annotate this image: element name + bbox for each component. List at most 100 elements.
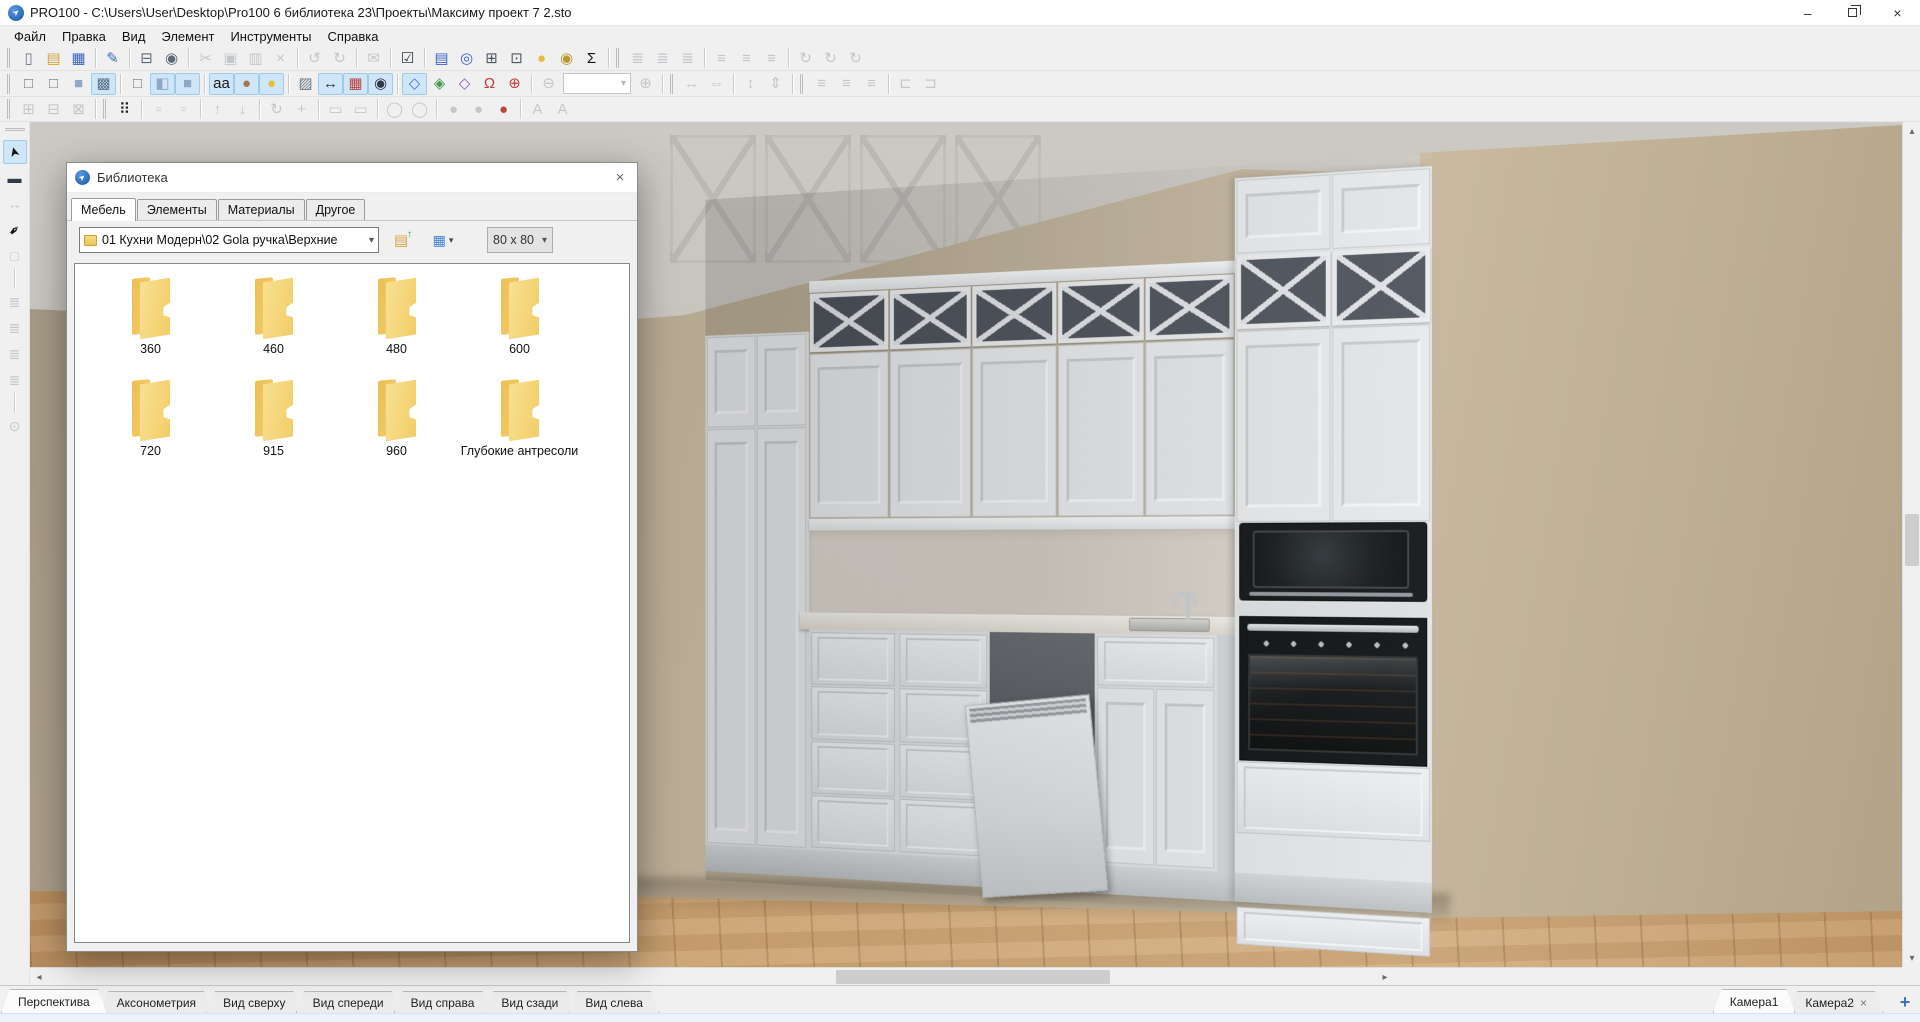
menu-item[interactable]: Элемент bbox=[153, 27, 222, 46]
contour-tool[interactable]: □ bbox=[3, 244, 27, 268]
tab-camera2[interactable]: Камера2 × bbox=[1788, 991, 1884, 1013]
rotate-button[interactable]: ↻ bbox=[264, 98, 289, 120]
save-button[interactable]: ▦ bbox=[66, 47, 91, 69]
sphere-1-button[interactable]: ● bbox=[441, 98, 466, 120]
ellipse-1-button[interactable]: ◯ bbox=[382, 98, 407, 120]
align-middle-button[interactable]: ≡ bbox=[734, 47, 759, 69]
vertical-scroll-thumb[interactable] bbox=[1905, 514, 1919, 566]
zoom-in-button[interactable]: ⊕ bbox=[633, 73, 658, 95]
rotate-x-button[interactable]: ↻ bbox=[793, 47, 818, 69]
light-button[interactable]: ● bbox=[259, 73, 284, 95]
show-grid-button[interactable]: ▦ bbox=[343, 73, 368, 95]
tab-top-view[interactable]: Вид сверху bbox=[206, 991, 303, 1013]
library-dialog-titlebar[interactable]: ➤ Библиотека × bbox=[67, 163, 637, 193]
dimensions-report-button[interactable]: ⊡ bbox=[504, 47, 529, 69]
new-board-tool[interactable]: ▬ bbox=[3, 166, 27, 190]
select-prev-button[interactable]: ⊞ bbox=[16, 98, 41, 120]
cost-report-button[interactable]: ◉ bbox=[554, 47, 579, 69]
distribute-h-button[interactable]: ⊏ bbox=[893, 73, 918, 95]
text-2-button[interactable]: A bbox=[550, 98, 575, 120]
level-3-button[interactable]: ≣ bbox=[675, 47, 700, 69]
scroll-up-icon[interactable]: ▴ bbox=[1903, 122, 1920, 140]
align-left-button[interactable]: ≡ bbox=[809, 73, 834, 95]
ungroup-button[interactable]: ▫ bbox=[171, 98, 196, 120]
library-folder[interactable]: 600 bbox=[458, 276, 581, 356]
pattern-button[interactable]: ⠿ bbox=[112, 98, 137, 120]
dimension-tool[interactable]: ↔ bbox=[3, 192, 27, 216]
menu-item[interactable]: Правка bbox=[54, 27, 114, 46]
snap-points-button[interactable]: ◇ bbox=[402, 73, 427, 95]
view-sketch-button[interactable]: □ bbox=[41, 73, 66, 95]
redo-button[interactable]: ↻ bbox=[327, 47, 352, 69]
close-button[interactable]: × bbox=[1875, 0, 1920, 25]
tab-right-view[interactable]: Вид справа bbox=[394, 991, 492, 1013]
horizontal-scrollbar[interactable]: ◂ ▸ bbox=[30, 967, 1902, 985]
element-list-button[interactable]: ◎ bbox=[454, 47, 479, 69]
move-up-button[interactable]: ↑ bbox=[205, 98, 230, 120]
paste-button[interactable]: ▥ bbox=[243, 47, 268, 69]
show-dimensions-button[interactable]: ↔ bbox=[318, 73, 343, 95]
menu-item[interactable]: Файл bbox=[6, 27, 54, 46]
zoom-level-combo[interactable]: ▾ bbox=[563, 73, 631, 94]
align-top-button[interactable]: ≡ bbox=[709, 47, 734, 69]
minimize-button[interactable]: – bbox=[1785, 0, 1830, 25]
mirror-button[interactable]: ▭ bbox=[323, 98, 348, 120]
library-folder[interactable]: 360 bbox=[89, 276, 212, 356]
scroll-right-icon[interactable]: ▸ bbox=[1376, 968, 1394, 986]
cutting-list-button[interactable]: ⊞ bbox=[479, 47, 504, 69]
library-folder[interactable]: 720 bbox=[89, 378, 212, 458]
print-button[interactable]: ⊟ bbox=[134, 47, 159, 69]
align-center-button[interactable]: ≡ bbox=[834, 73, 859, 95]
tab-camera1[interactable]: Камера1 bbox=[1713, 989, 1796, 1013]
send-button[interactable]: ✉ bbox=[361, 47, 386, 69]
semitransparent-button[interactable]: ◧ bbox=[150, 73, 175, 95]
view-mode-button[interactable]: ▦ ▾ bbox=[423, 227, 463, 253]
dim-vertical-button[interactable]: ↕ bbox=[738, 73, 763, 95]
menu-item[interactable]: Инструменты bbox=[222, 27, 319, 46]
tab-left-view[interactable]: Вид слева bbox=[568, 991, 660, 1013]
frame-button[interactable]: ▭ bbox=[348, 98, 373, 120]
library-tab-furniture[interactable]: Мебель bbox=[71, 198, 136, 221]
sum-button[interactable]: Σ bbox=[579, 47, 604, 69]
tab-front-view[interactable]: Вид спереди bbox=[296, 991, 401, 1013]
view-textured-button[interactable]: ▩ bbox=[91, 73, 116, 95]
ellipse-2-button[interactable]: ◯ bbox=[407, 98, 432, 120]
cut-button[interactable]: ✂ bbox=[193, 47, 218, 69]
align-tool-2[interactable]: ≣ bbox=[3, 316, 27, 340]
library-folder[interactable]: 960 bbox=[335, 378, 458, 458]
eyedropper-tool[interactable]: ✒ bbox=[3, 218, 27, 242]
select-all-button[interactable]: ⊠ bbox=[66, 98, 91, 120]
lighting-report-button[interactable]: ● bbox=[529, 47, 554, 69]
sphere-2-button[interactable]: ● bbox=[466, 98, 491, 120]
rotate-z-button[interactable]: ↻ bbox=[843, 47, 868, 69]
add-camera-button[interactable]: + bbox=[1894, 991, 1916, 1013]
align-tool-1[interactable]: ≣ bbox=[3, 290, 27, 314]
material-ball-button[interactable]: ● bbox=[491, 98, 516, 120]
up-folder-button[interactable]: ▤ ↑ bbox=[387, 227, 415, 253]
move-down-button[interactable]: ↓ bbox=[230, 98, 255, 120]
distribute-v-button[interactable]: ⊐ bbox=[918, 73, 943, 95]
vertical-scrollbar[interactable]: ▴ ▾ bbox=[1902, 122, 1920, 967]
snap-grid-button[interactable]: ◈ bbox=[427, 73, 452, 95]
library-tab-other[interactable]: Другое bbox=[306, 199, 366, 220]
select-tool[interactable]: ➤ bbox=[3, 140, 27, 164]
level-1-button[interactable]: ≣ bbox=[625, 47, 650, 69]
tab-back-view[interactable]: Вид сзади bbox=[484, 991, 575, 1013]
group-button[interactable]: ▫ bbox=[146, 98, 171, 120]
view-wireframe-button[interactable]: □ bbox=[16, 73, 41, 95]
new-file-button[interactable]: ▯ bbox=[16, 47, 41, 69]
textures-button[interactable]: ▨ bbox=[293, 73, 318, 95]
scroll-left-icon[interactable]: ◂ bbox=[30, 968, 48, 986]
snap-edit-button[interactable]: ◇ bbox=[452, 73, 477, 95]
library-folder[interactable]: Глубокие антресоли bbox=[458, 378, 581, 458]
align-tool-4[interactable]: ≣ bbox=[3, 368, 27, 392]
select-next-button[interactable]: ⊟ bbox=[41, 98, 66, 120]
price-list-button[interactable]: ▤ bbox=[429, 47, 454, 69]
dim-horizontal-button[interactable]: ↔ bbox=[679, 73, 704, 95]
copy-button[interactable]: ▣ bbox=[218, 47, 243, 69]
library-folder[interactable]: 460 bbox=[212, 276, 335, 356]
tab-perspective[interactable]: Перспектива bbox=[1, 989, 107, 1013]
rotate-y-button[interactable]: ↻ bbox=[818, 47, 843, 69]
align-tool-3[interactable]: ≣ bbox=[3, 342, 27, 366]
align-right-button[interactable]: ≡ bbox=[859, 73, 884, 95]
